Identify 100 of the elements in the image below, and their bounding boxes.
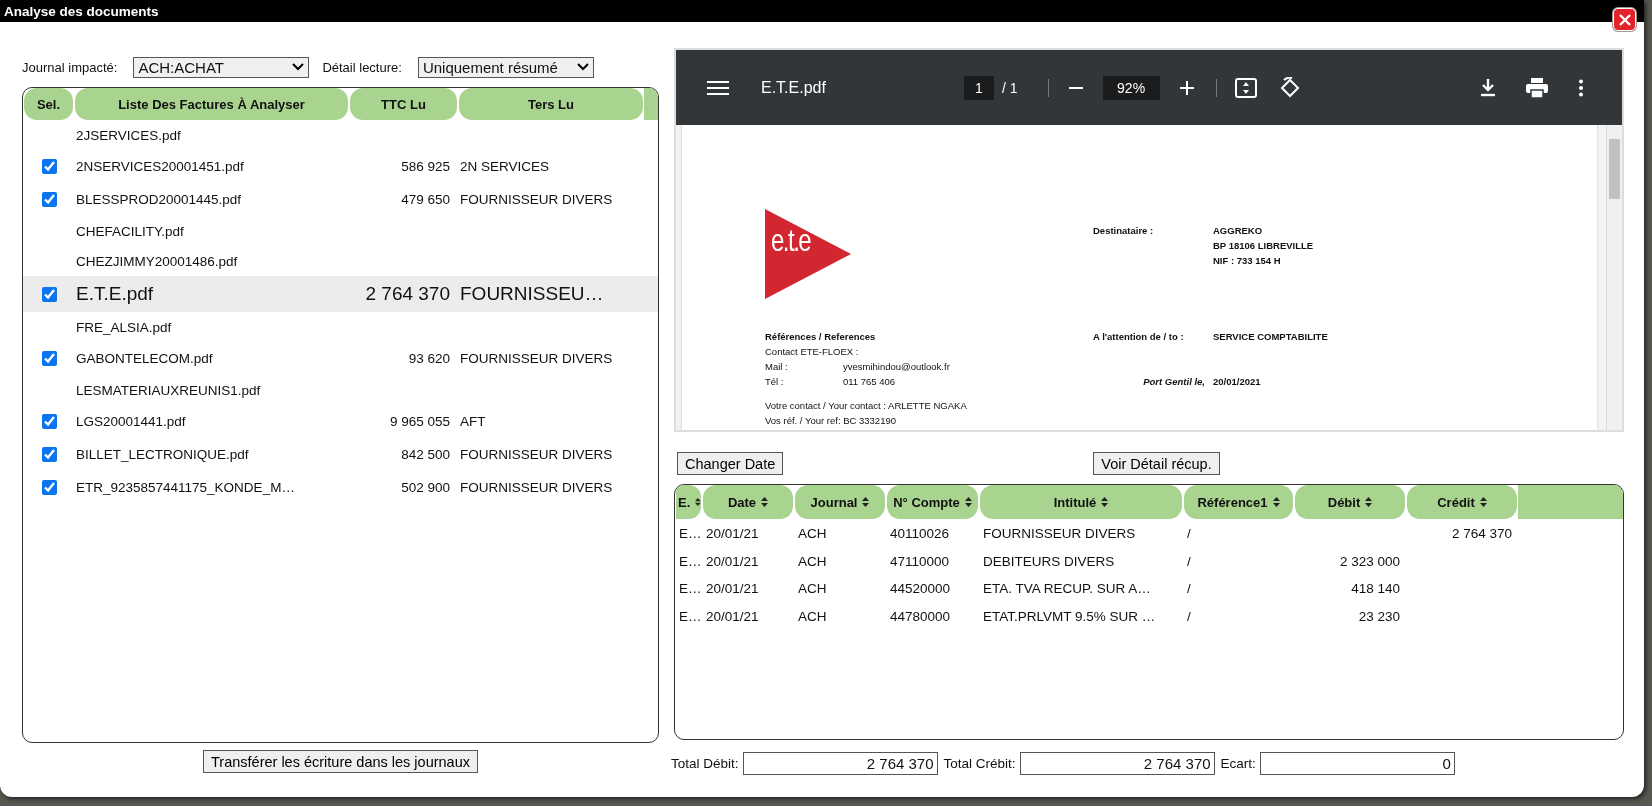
checkbox[interactable]: [42, 447, 57, 462]
file-title: E.T.E.pdf: [761, 78, 827, 97]
field-label: Destinataire :: [1093, 224, 1155, 238]
sort-icon: [964, 497, 972, 507]
column-header[interactable]: Journal: [795, 485, 885, 519]
fit-page-icon[interactable]: [1234, 77, 1257, 98]
field-value: yvesmihindou@outlook.fr: [843, 360, 950, 374]
total-label: Ecart:: [1220, 756, 1256, 771]
checkbox[interactable]: [42, 480, 57, 495]
checkbox[interactable]: [42, 159, 57, 174]
column-header[interactable]: TTC Lu: [350, 88, 457, 120]
window-title: Analyse des documents: [4, 3, 159, 19]
place-label: Port Gentil le,: [1142, 375, 1206, 389]
column-header[interactable]: Sel.: [24, 88, 73, 120]
column-header[interactable]: Liste Des Factures À Analyser: [75, 88, 348, 120]
dropdown[interactable]: ACH:ACHAT: [133, 56, 310, 78]
download-icon[interactable]: [1480, 78, 1496, 97]
column-header[interactable]: Débit: [1295, 485, 1405, 519]
table-cell: 40110026: [890, 526, 950, 542]
amount: 9 965 055: [389, 414, 450, 429]
total-field[interactable]: 0: [1259, 752, 1455, 775]
page-count: / 1: [1002, 79, 1018, 96]
dropdown[interactable]: Uniquement résumé: [417, 56, 594, 78]
column-header[interactable]: Intitulé: [980, 485, 1182, 519]
table-cell: 418 140: [1351, 581, 1400, 597]
field-label: Mail :: [765, 360, 789, 374]
close-icon[interactable]: [1618, 13, 1631, 26]
chevron-down-icon[interactable]: [292, 63, 305, 71]
action-button[interactable]: Voir Détail récup.: [1093, 452, 1220, 475]
table-cell: /: [1187, 608, 1191, 624]
sort-icon: [695, 497, 701, 507]
file-name[interactable]: BLESSPROD20001445.pdf: [76, 192, 242, 207]
file-name[interactable]: LGS20001441.pdf: [76, 414, 186, 429]
file-name[interactable]: ETR_9235857441175_KONDE_M…: [76, 480, 295, 495]
reference-line: Vos réf. / Your ref: BC 3332190: [765, 414, 897, 428]
header-filler: [644, 88, 658, 120]
filter-label: Journal impacté:: [22, 59, 118, 75]
selected-row[interactable]: E.T.E.pdf 2 764 370 FOURNISSEU…: [23, 276, 658, 312]
table-cell: ETA. TVA RECUP. SUR A…: [983, 581, 1151, 597]
checkbox[interactable]: [42, 192, 57, 207]
contact-line: Votre contact / Your contact : ARLETTE NGAKA: [765, 399, 968, 413]
table-cell: 2 323 000: [1339, 553, 1400, 569]
column-header[interactable]: Date: [703, 485, 793, 519]
column-header[interactable]: Crédit: [1407, 485, 1517, 519]
file-name[interactable]: CHEFACILITY.pdf: [76, 223, 184, 239]
page-number-field[interactable]: 1: [964, 75, 994, 100]
field-value: 011 765 406: [843, 375, 896, 389]
table-cell: ACH: [798, 608, 827, 624]
file-name[interactable]: GABONTELECOM.pdf: [76, 351, 213, 366]
rotate-icon[interactable]: [1278, 76, 1301, 99]
file-name[interactable]: BILLET_LECTRONIQUE.pdf: [76, 447, 249, 462]
file-name[interactable]: E.T.E.pdf: [76, 283, 154, 304]
checkbox[interactable]: [42, 414, 57, 429]
column-header[interactable]: E.: [676, 485, 701, 519]
column-header[interactable]: Ters Lu: [459, 88, 643, 120]
supplier-name: AFT: [460, 414, 486, 429]
address-line: AGGREKO: [1213, 224, 1264, 238]
table-cell: /: [1187, 553, 1191, 569]
total-label: Total Crébit:: [943, 756, 1016, 771]
close-button[interactable]: [1613, 8, 1636, 31]
menu-icon[interactable]: [707, 79, 729, 96]
zoom-field[interactable]: 92%: [1102, 75, 1160, 100]
table-cell: ACH: [798, 581, 827, 597]
document-date: 20/01/2021: [1213, 375, 1262, 389]
file-name[interactable]: LESMATERIAUXREUNIS1.pdf: [76, 382, 261, 398]
checkbox[interactable]: [42, 351, 57, 366]
table-cell: E…: [679, 608, 702, 624]
table-cell: ETAT.PRLVMT 9.5% SUR …: [983, 608, 1156, 624]
print-icon[interactable]: [1526, 77, 1548, 98]
table-cell: 20/01/21: [706, 526, 759, 542]
checkbox[interactable]: [42, 286, 57, 302]
file-name[interactable]: 2JSERVICES.pdf: [76, 127, 181, 143]
total-field[interactable]: 2 764 370: [742, 752, 938, 775]
column-header[interactable]: N° Compte: [887, 485, 978, 519]
table-cell: 44520000: [890, 581, 951, 597]
file-name[interactable]: FRE_ALSIA.pdf: [76, 319, 172, 335]
file-name[interactable]: CHEZJIMMY20001486.pdf: [76, 253, 238, 269]
total-field[interactable]: 2 764 370: [1019, 752, 1215, 775]
column-header[interactable]: Référence1: [1184, 485, 1293, 519]
filter-label: Détail lecture:: [322, 59, 402, 75]
file-name[interactable]: 2NSERVICES20001451.pdf: [76, 159, 244, 174]
scrollbar[interactable]: [1606, 125, 1622, 430]
amount: 93 620: [408, 351, 450, 366]
more-options-icon[interactable]: [1578, 78, 1584, 97]
plus-icon[interactable]: [1177, 78, 1196, 97]
amount: 502 900: [401, 480, 450, 495]
table-cell: ACH: [798, 526, 827, 542]
supplier-name: 2N SERVICES: [460, 159, 550, 174]
sort-icon: [1272, 497, 1280, 507]
supplier-name: FOURNISSEUR DIVERS: [460, 351, 613, 366]
address-line: NIF : 733 154 H: [1213, 254, 1282, 268]
table-cell: E…: [679, 553, 702, 569]
sort-icon: [1365, 497, 1373, 507]
chevron-down-icon[interactable]: [576, 63, 589, 71]
transfer-button[interactable]: Transférer les écriture dans les journaux: [203, 750, 478, 773]
amount: 842 500: [401, 447, 450, 462]
amount: 2 764 370: [365, 283, 450, 304]
supplier-name: FOURNISSEU…: [460, 283, 604, 304]
action-button[interactable]: Changer Date: [677, 452, 784, 475]
table-cell: /: [1187, 581, 1191, 597]
